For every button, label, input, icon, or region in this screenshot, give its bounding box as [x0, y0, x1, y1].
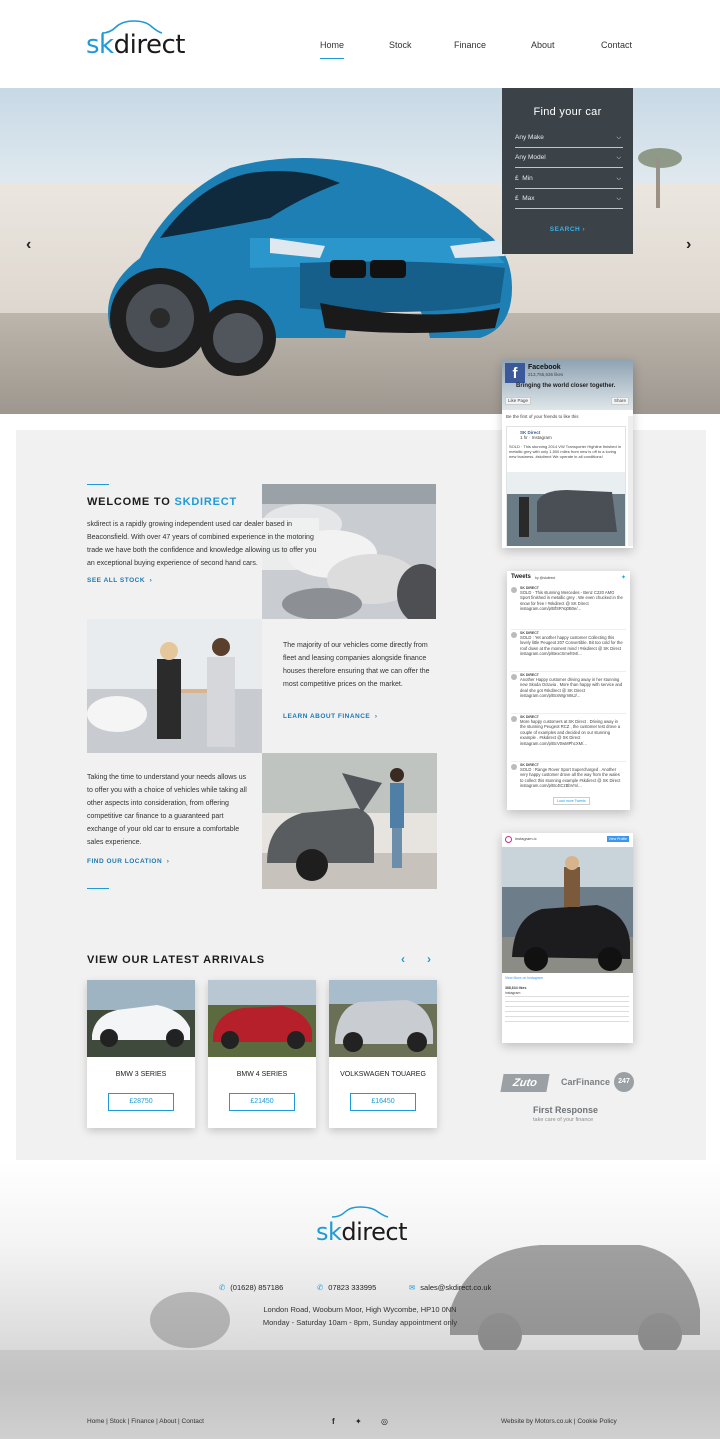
facebook-post: SK Direct 1 hr · Instagram SOLD · This s…	[506, 426, 626, 546]
twitter-icon: ✦	[620, 575, 626, 581]
find-your-car-panel: Find your car Any Make ⌵ Any Model ⌵ £ Min…	[502, 88, 633, 254]
twitter-widget[interactable]: Tweets by @skdirect ✦ SK DIRECT SOLD · T…	[507, 571, 630, 810]
facebook-widget[interactable]: f Facebook 213,755,636 likes Bringing th…	[502, 360, 633, 548]
footer-address: London Road, Wooburn Moor, High Wycombe,…	[263, 1305, 457, 1314]
nav-home[interactable]: Home	[320, 40, 345, 59]
instagram-icon	[505, 836, 512, 843]
footer-links[interactable]: Home | Stock | Finance | About | Contact	[87, 1418, 204, 1425]
mail-icon: ✉	[409, 1283, 416, 1292]
twitter-icon[interactable]: ✦	[355, 1417, 362, 1426]
max-price-select[interactable]: £ Max ⌵	[515, 195, 623, 209]
handshake-photo	[87, 619, 262, 753]
latest-arrivals-heading: VIEW OUR LATEST ARRIVALS	[87, 954, 265, 966]
nav-contact[interactable]: Contact	[601, 40, 632, 50]
tweets-handle: by @skdirect	[535, 576, 556, 580]
needs-text: Taking the time to understand your needs…	[87, 774, 247, 846]
tweet-item[interactable]: SK DIRECT More happy customers at SK Dir…	[511, 714, 626, 762]
footer-phone-1[interactable]: ✆ (01628) 857186	[219, 1283, 283, 1292]
chevron-left-icon[interactable]: ‹	[401, 952, 405, 966]
instagram-handle: instagram.ic	[515, 836, 537, 841]
car-card[interactable]: BMW 4 SERIES £21450	[208, 980, 316, 1128]
facebook-friends-text: Be the first of your friends to like thi…	[506, 414, 579, 419]
view-profile-button[interactable]: View Profile	[606, 836, 629, 842]
footer-hours: Monday - Saturday 10am - 8pm, Sunday app…	[262, 1318, 458, 1327]
footer-logo[interactable]: skdirect	[316, 1218, 408, 1246]
carfinance-247-badge: 247	[614, 1072, 634, 1092]
welcome-text: skdirect is a rapidly growing independen…	[87, 518, 319, 570]
instagram-widget[interactable]: instagram.ic View Profile View More on I…	[502, 833, 633, 1043]
tweet-list: SK DIRECT SOLD · This stunning Mercedes …	[511, 585, 626, 804]
car-name: VOLKSWAGEN TOUAREG	[340, 1071, 426, 1078]
footer-credit[interactable]: Website by Motors.co.uk | Cookie Policy	[501, 1418, 617, 1425]
chevron-down-icon: ⌵	[616, 155, 621, 161]
nav-stock[interactable]: Stock	[389, 40, 412, 50]
like-page-button[interactable]: Like Page	[505, 397, 532, 405]
fleet-text: The majority of our vehicles come direct…	[283, 642, 430, 688]
nav-finance[interactable]: Finance	[454, 40, 486, 50]
find-our-location-link[interactable]: FIND OUR LOCATION ›	[87, 858, 169, 865]
first-response-tagline: take care of your finance	[533, 1117, 594, 1123]
phone-icon: ✆	[219, 1283, 226, 1292]
chevron-down-icon: ⌵	[616, 176, 621, 182]
min-price-select[interactable]: £ Min ⌵	[515, 175, 623, 189]
tweet-item[interactable]: SK DIRECT SOLD · This stunning Mercedes …	[511, 585, 626, 630]
car-price-button[interactable]: £28750	[108, 1093, 174, 1111]
tweet-item[interactable]: SK DIRECT SOLD : Yet another happy custo…	[511, 630, 626, 672]
search-button[interactable]: SEARCH ›	[502, 226, 633, 233]
load-more-tweets-button[interactable]: Load more Tweets	[553, 797, 590, 805]
instagram-photo	[502, 847, 633, 973]
carfinance-logo: CarFinance	[561, 1077, 611, 1087]
footer	[0, 1160, 720, 1439]
site-header: skdirect Home Stock Finance About Contac…	[0, 0, 720, 88]
facebook-post-image	[507, 472, 625, 546]
chevron-left-icon[interactable]: ‹	[26, 236, 31, 254]
chevron-down-icon: ⌵	[616, 135, 621, 141]
facebook-icon[interactable]: f	[332, 1417, 335, 1426]
car-name: BMW 3 SERIES	[115, 1071, 167, 1078]
section-divider	[87, 484, 109, 485]
car-card[interactable]: BMW 3 SERIES £28750	[87, 980, 195, 1128]
share-button[interactable]: Share	[610, 397, 629, 405]
tweet-item[interactable]: SK DIRECT Another Happy customer driving…	[511, 672, 626, 714]
instagram-caption	[505, 996, 629, 1026]
chevron-right-icon[interactable]: ›	[686, 236, 691, 254]
footer-logo-roof-icon	[331, 1206, 389, 1218]
facebook-page-name: Facebook	[528, 364, 561, 371]
chevron-right-icon[interactable]: ›	[427, 952, 431, 966]
nav-about[interactable]: About	[531, 40, 555, 50]
scrollbar[interactable]	[628, 416, 633, 546]
facebook-likes: 213,755,636 likes	[528, 372, 564, 377]
chevron-down-icon: ⌵	[616, 196, 621, 202]
first-response-logo: First Response	[533, 1105, 599, 1115]
car-image	[208, 980, 316, 1057]
footer-background-image	[0, 1245, 720, 1439]
mobile-icon: ✆	[317, 1283, 324, 1292]
footer-email[interactable]: ✉ sales@skdirect.co.uk	[409, 1283, 491, 1292]
facebook-tagline: Bringing the world closer together.	[516, 383, 616, 389]
facebook-icon: f	[505, 363, 525, 383]
instagram-icon[interactable]: ◎	[381, 1417, 388, 1426]
car-image	[87, 980, 195, 1057]
see-all-stock-link[interactable]: SEE ALL STOCK ›	[87, 577, 152, 584]
zuto-logo: Zuto	[500, 1074, 550, 1092]
car-price-button[interactable]: £16450	[350, 1093, 416, 1111]
car-price-button[interactable]: £21450	[229, 1093, 295, 1111]
mini-photo	[262, 753, 437, 889]
view-more-instagram-link[interactable]: View More on Instagram	[505, 975, 543, 981]
car-image	[329, 980, 437, 1057]
learn-about-finance-link[interactable]: LEARN ABOUT FINANCE ›	[283, 713, 378, 720]
finder-title: Find your car	[533, 106, 602, 118]
car-card[interactable]: VOLKSWAGEN TOUAREG £16450	[329, 980, 437, 1128]
tweets-title: Tweets	[511, 574, 531, 580]
welcome-heading: WELCOME TO SKDIRECT	[87, 496, 238, 508]
car-name: BMW 4 SERIES	[236, 1071, 288, 1078]
footer-phone-2[interactable]: ✆ 07823 333995	[317, 1283, 376, 1292]
make-select[interactable]: Any Make ⌵	[515, 134, 623, 148]
section-divider	[87, 888, 109, 889]
site-logo[interactable]: skdirect	[86, 30, 185, 60]
model-select[interactable]: Any Model ⌵	[515, 154, 623, 168]
